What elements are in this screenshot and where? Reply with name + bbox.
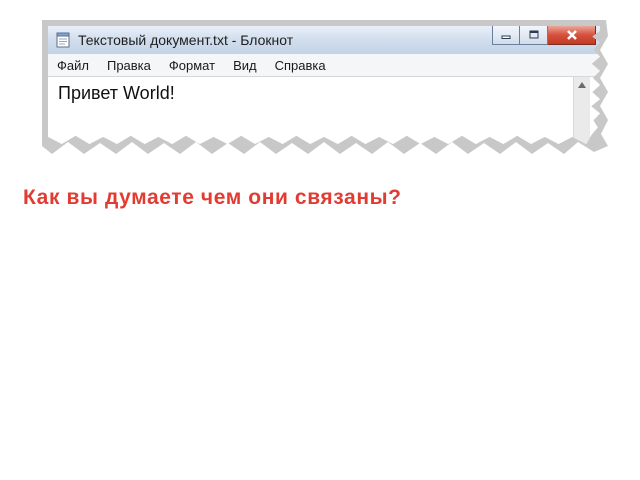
close-icon <box>566 30 577 40</box>
close-button[interactable] <box>548 26 596 45</box>
menu-view[interactable]: Вид <box>224 58 266 73</box>
title-bar[interactable]: Текстовый документ.txt - Блокнот <box>48 26 600 54</box>
question-text: Как вы думаете чем они связаны? <box>23 186 402 209</box>
window-controls <box>492 26 596 46</box>
window-title: Текстовый документ.txt - Блокнот <box>78 32 294 48</box>
notepad-window: Текстовый документ.txt - Блокнот Файл Пр… <box>48 26 600 144</box>
menu-help[interactable]: Справка <box>266 58 335 73</box>
maximize-button[interactable] <box>520 26 548 45</box>
maximize-icon <box>529 30 538 39</box>
slide: Текстовый документ.txt - Блокнот Файл Пр… <box>0 0 640 480</box>
scroll-up-arrow-icon[interactable] <box>577 81 587 89</box>
text-editor-area[interactable]: Привет World! <box>48 77 600 144</box>
menu-bar: Файл Правка Формат Вид Справка <box>48 54 600 77</box>
minimize-button[interactable] <box>492 26 520 45</box>
notepad-screenshot-clip: Текстовый документ.txt - Блокнот Файл Пр… <box>38 16 610 156</box>
menu-edit[interactable]: Правка <box>98 58 160 73</box>
vertical-scrollbar[interactable] <box>573 77 590 144</box>
menu-file[interactable]: Файл <box>48 58 98 73</box>
editor-content: Привет World! <box>58 83 175 103</box>
notepad-icon <box>56 32 70 48</box>
menu-format[interactable]: Формат <box>160 58 224 73</box>
minimize-icon <box>501 35 511 39</box>
